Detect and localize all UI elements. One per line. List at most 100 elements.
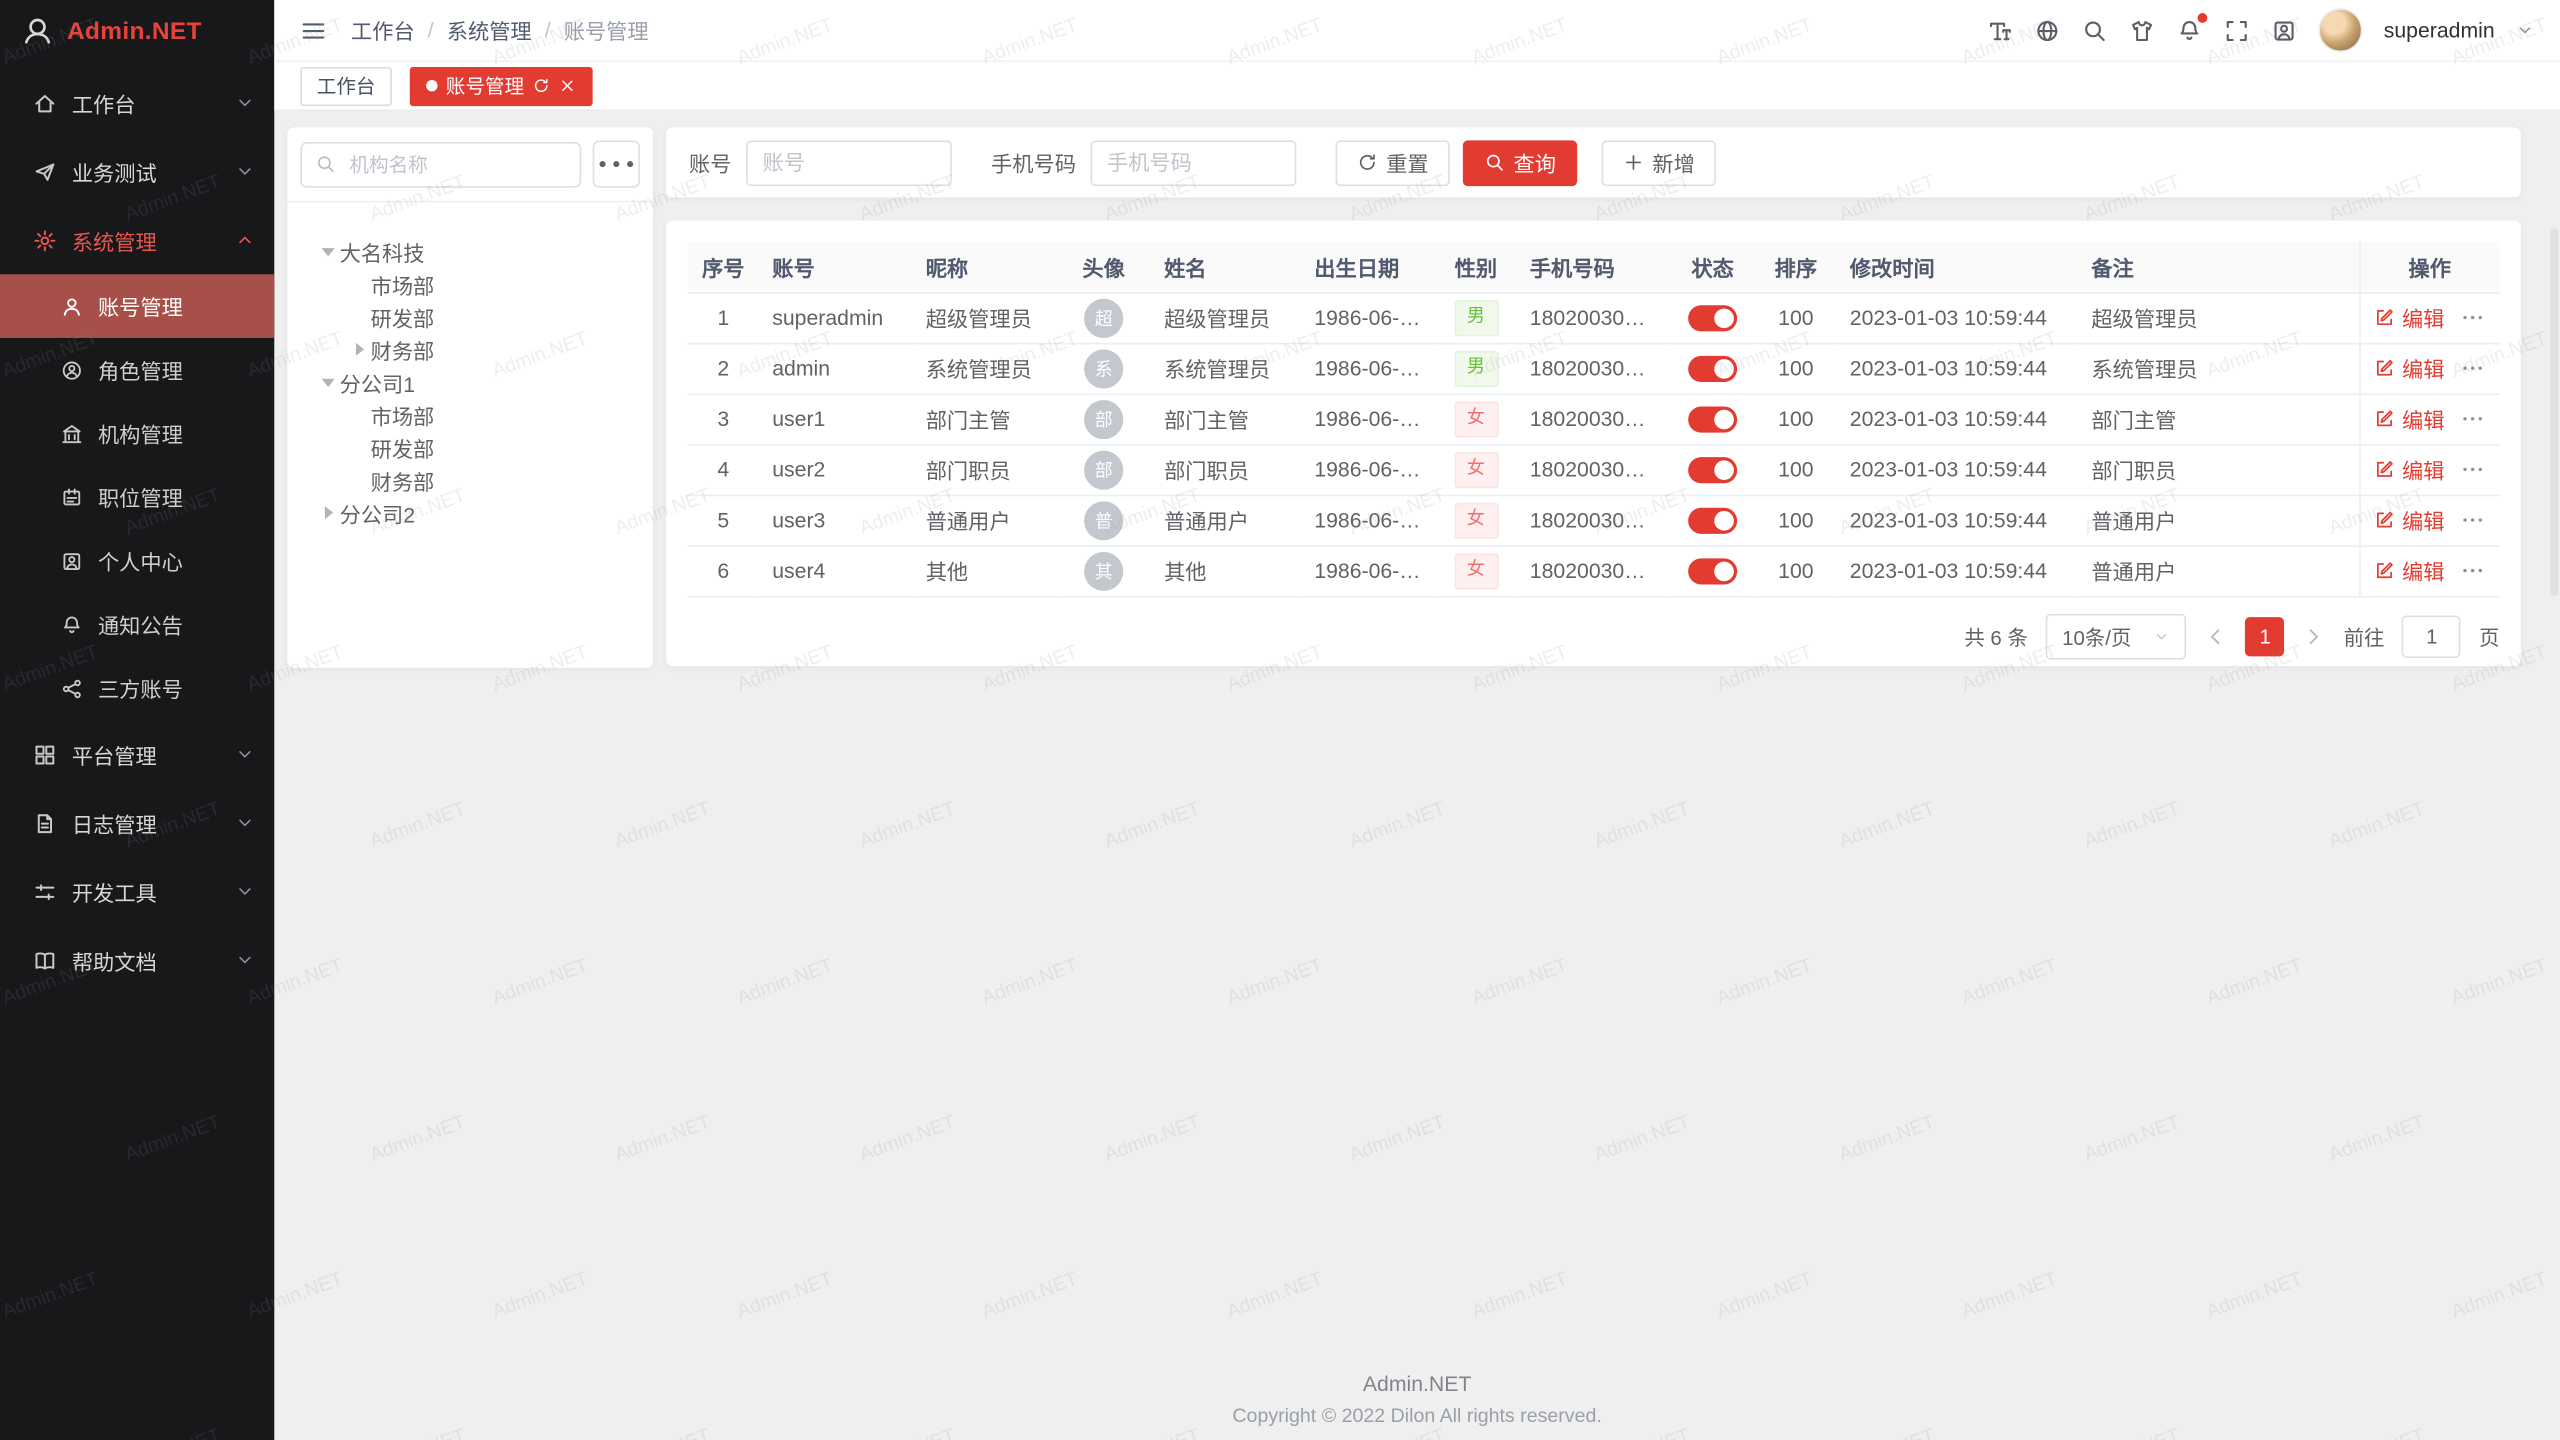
scrollbar-thumb[interactable] (2550, 229, 2558, 596)
status-toggle[interactable] (1688, 507, 1737, 533)
sidebar-subitem-account[interactable]: 账号管理 (0, 274, 274, 338)
edit-button[interactable]: 编辑 (2374, 555, 2444, 586)
sidebar-item-workbench[interactable]: 工作台 (0, 69, 274, 138)
tree-node[interactable]: 市场部 (287, 268, 653, 301)
chevron-icon (235, 162, 255, 182)
notification-icon[interactable] (2176, 17, 2202, 43)
tree-node[interactable]: 市场部 (287, 398, 653, 431)
tree-node[interactable]: 财务部 (287, 333, 653, 366)
profile-icon (60, 549, 83, 572)
tab-close-icon[interactable] (558, 77, 576, 95)
breadcrumb-item-workbench[interactable]: 工作台 (351, 15, 415, 46)
tree-caret-icon[interactable] (317, 378, 340, 386)
org-tree-panel: 大名科技市场部研发部财务部分公司1市场部研发部财务部分公司2 (287, 127, 653, 667)
app-title: Admin.NET (67, 17, 202, 45)
sidebar-item-log[interactable]: 日志管理 (0, 789, 274, 858)
column-header: 昵称 (913, 242, 1057, 293)
app-logo[interactable]: Admin.NET (0, 0, 274, 62)
row-more-button[interactable] (2461, 558, 2485, 582)
tree-node[interactable]: 分公司2 (287, 496, 653, 529)
sidebar-subitem-third-party[interactable]: 三方账号 (0, 656, 274, 720)
status-toggle[interactable] (1688, 356, 1737, 382)
tree-node[interactable]: 研发部 (287, 431, 653, 464)
tree-node[interactable]: 研发部 (287, 300, 653, 333)
breadcrumb-item-system[interactable]: 系统管理 (447, 15, 532, 46)
sidebar-item-business-test[interactable]: 业务测试 (0, 137, 274, 206)
page-1-button[interactable]: 1 (2246, 616, 2285, 655)
row-avatar: 普 (1084, 500, 1123, 539)
edit-button[interactable]: 编辑 (2374, 504, 2444, 535)
tree-node[interactable]: 分公司1 (287, 366, 653, 399)
sidebar-item-help-docs[interactable]: 帮助文档 (0, 926, 274, 995)
sidebar-subitem-profile[interactable]: 个人中心 (0, 529, 274, 593)
role-icon (60, 358, 83, 381)
edit-button[interactable]: 编辑 (2374, 353, 2444, 384)
header-actions: superadmin (1987, 8, 2534, 52)
column-header: 修改时间 (1837, 242, 2079, 293)
edit-button[interactable]: 编辑 (2374, 403, 2444, 434)
row-avatar: 系 (1084, 349, 1123, 388)
status-toggle[interactable] (1688, 457, 1737, 483)
username[interactable]: superadmin (2384, 18, 2495, 42)
tab-refresh-icon[interactable] (532, 77, 550, 95)
tree-node[interactable]: 财务部 (287, 464, 653, 497)
sidebar-item-system-management[interactable]: 系统管理 (0, 206, 274, 275)
row-more-button[interactable] (2461, 457, 2485, 481)
font-size-icon[interactable] (1987, 17, 2013, 43)
phone-input[interactable] (1091, 140, 1297, 186)
search-icon[interactable] (2082, 17, 2108, 43)
search-button[interactable]: 查询 (1463, 140, 1577, 186)
account-input[interactable] (746, 140, 952, 186)
next-page-button[interactable] (2303, 624, 2326, 647)
sidebar-subitem-role[interactable]: 角色管理 (0, 338, 274, 402)
profile-icon[interactable] (2271, 17, 2297, 43)
tree-caret-icon[interactable] (317, 247, 340, 255)
sidebar-subitem-notice[interactable]: 通知公告 (0, 593, 274, 657)
goto-page-input[interactable] (2402, 615, 2461, 657)
reset-button[interactable]: 重置 (1336, 140, 1450, 186)
sidebar-item-devtools[interactable]: 开发工具 (0, 857, 274, 926)
phone-filter: 手机号码 (991, 140, 1296, 186)
tab-account[interactable]: 账号管理 (410, 66, 593, 105)
edit-button[interactable]: 编辑 (2374, 454, 2444, 485)
edit-icon (2374, 459, 2395, 480)
org-search-input[interactable] (346, 151, 566, 177)
tab-workbench[interactable]: 工作台 (300, 66, 391, 105)
edit-icon (2374, 560, 2395, 581)
sidebar-subitem-org[interactable]: 机构管理 (0, 402, 274, 466)
prev-page-button[interactable] (2205, 624, 2228, 647)
language-icon[interactable] (2034, 17, 2060, 43)
search-icon (1484, 152, 1505, 173)
theme-icon[interactable] (2129, 17, 2155, 43)
row-avatar: 超 (1084, 298, 1123, 337)
table-row: 5user3普通用户普普通用户1986-06-28女18020030720100… (687, 495, 2499, 546)
sidebar-item-platform[interactable]: 平台管理 (0, 720, 274, 789)
row-more-button[interactable] (2461, 305, 2485, 329)
tree-node[interactable]: 大名科技 (287, 235, 653, 268)
row-more-button[interactable] (2461, 356, 2485, 380)
chevron-icon (235, 882, 255, 902)
column-header: 操作 (2359, 242, 2499, 293)
gender-tag: 男 (1454, 350, 1498, 386)
sidebar-subitem-position[interactable]: 职位管理 (0, 465, 274, 529)
user-icon (60, 295, 83, 318)
page-size-select[interactable]: 10条/页 (2046, 613, 2187, 659)
refresh-icon (1357, 152, 1378, 173)
status-toggle[interactable] (1688, 558, 1737, 584)
main-content: 大名科技市场部研发部财务部分公司1市场部研发部财务部分公司2 账号 手机号码 重… (274, 113, 2560, 1440)
tree-caret-icon[interactable] (348, 343, 371, 356)
status-toggle[interactable] (1688, 406, 1737, 432)
row-more-button[interactable] (2461, 407, 2485, 431)
edit-button[interactable]: 编辑 (2374, 302, 2444, 333)
fullscreen-icon[interactable] (2224, 17, 2250, 43)
row-more-button[interactable] (2461, 508, 2485, 532)
tree-more-button[interactable] (593, 140, 640, 187)
menu-collapse-icon[interactable] (300, 17, 326, 43)
search-icon (315, 153, 336, 174)
add-button[interactable]: 新增 (1602, 140, 1716, 186)
position-icon (60, 486, 83, 509)
org-icon (60, 422, 83, 445)
status-toggle[interactable] (1688, 305, 1737, 331)
user-avatar[interactable] (2318, 8, 2362, 52)
tree-caret-icon[interactable] (317, 506, 340, 519)
